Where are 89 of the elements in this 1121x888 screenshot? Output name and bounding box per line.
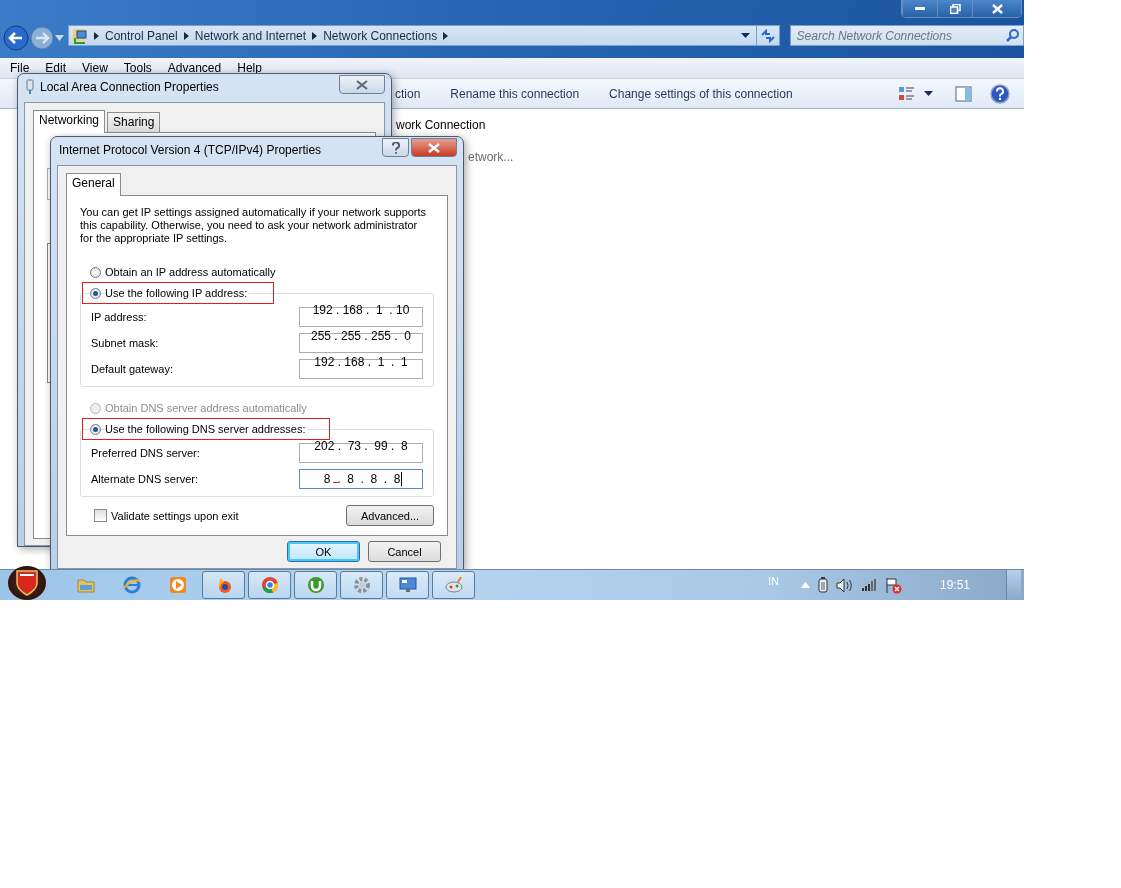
restore-button[interactable] <box>937 0 972 17</box>
chevron-icon <box>183 31 189 40</box>
speaker-icon[interactable] <box>835 577 853 593</box>
menu-item[interactable]: File <box>2 61 38 75</box>
radio-button[interactable] <box>90 423 101 435</box>
connection-name[interactable]: work Connection <box>396 118 486 132</box>
close-button[interactable] <box>339 75 385 94</box>
option-label: Use the following IP address: <box>105 287 250 299</box>
back-button[interactable] <box>3 25 29 51</box>
instructions-text: You can get IP settings assigned automatically if your network supports this capability. Otherwise, you need to ask your network administrator for the appropriate IP settings. <box>80 206 428 245</box>
dialog-button[interactable]: Cancel <box>368 541 441 562</box>
tab[interactable]: Sharing <box>107 112 161 132</box>
globe-icon <box>122 576 141 594</box>
folder-icon <box>76 577 95 593</box>
option-label: Use the following DNS server addresses: <box>105 423 308 435</box>
taskbar-app[interactable] <box>386 571 429 599</box>
help-button[interactable] <box>382 138 409 157</box>
help-icon[interactable] <box>990 83 1010 104</box>
close-icon <box>428 142 440 153</box>
toolbar-command[interactable]: Change settings of this connection <box>609 86 793 101</box>
ip-address-field[interactable]: 192 . 168 . 1 . 10 <box>299 307 423 327</box>
connection-status: etwork... <box>468 150 514 164</box>
taskbar-app[interactable] <box>432 571 475 599</box>
option-label: Obtain an IP address automatically <box>105 266 278 278</box>
menu-item[interactable]: Advanced <box>159 61 230 75</box>
close-button[interactable] <box>972 0 1021 17</box>
taskbar-app[interactable] <box>340 571 383 599</box>
checkbox[interactable] <box>94 509 107 522</box>
field-label: Subnet mask: <box>91 337 159 349</box>
radio-button[interactable] <box>90 266 101 278</box>
tab[interactable]: Networking <box>33 110 106 133</box>
restore-icon <box>949 3 961 14</box>
radio-button[interactable] <box>90 287 101 299</box>
dropdown-icon[interactable] <box>924 91 933 96</box>
close-button[interactable] <box>411 138 457 157</box>
ip-address-field[interactable]: 202 . 73 . 99 . 8 <box>299 443 423 463</box>
advanced-button[interactable]: Advanced... <box>346 505 434 526</box>
search-field[interactable]: Search Network Connections <box>789 25 1024 46</box>
breadcrumb-item[interactable]: Control Panel <box>105 28 178 43</box>
minimize-button[interactable] <box>902 0 937 17</box>
gear-icon <box>352 576 371 594</box>
field-label: Alternate DNS server: <box>91 473 198 485</box>
view-options-icon[interactable] <box>898 85 916 102</box>
taskbar-app[interactable] <box>248 571 291 599</box>
search-icon <box>1006 29 1019 42</box>
refresh-button[interactable] <box>756 25 780 46</box>
taskbar-app[interactable] <box>294 571 337 599</box>
chevron-icon <box>94 31 99 40</box>
menu-item[interactable]: View <box>74 61 116 75</box>
dialog-button[interactable]: OK <box>287 541 360 562</box>
close-icon <box>356 79 368 90</box>
ip-address-field[interactable]: 255 . 255 . 255 . 0 <box>299 333 423 353</box>
field-label: IP address: <box>91 311 147 323</box>
start-button[interactable] <box>8 566 46 600</box>
toolbar-command[interactable]: ction <box>395 86 421 101</box>
breadcrumb-item[interactable]: Network Connections <box>323 28 438 43</box>
torrent-icon <box>306 576 325 594</box>
gamepad-icon <box>444 576 463 594</box>
checkbox-label: Validate settings upon exit <box>111 509 241 522</box>
minimize-icon <box>915 7 925 10</box>
help-icon <box>390 141 401 154</box>
chevron-icon <box>312 31 318 40</box>
chrome-icon <box>260 576 279 594</box>
forward-button[interactable] <box>29 25 55 51</box>
flag-icon[interactable] <box>884 576 902 594</box>
signal-icon[interactable] <box>860 578 877 592</box>
option-label: Obtain DNS server address automatically <box>105 402 309 414</box>
field-label: Preferred DNS server: <box>91 447 200 459</box>
menu-item[interactable]: Tools <box>115 61 160 75</box>
chevron-icon <box>443 31 449 40</box>
taskbar-app[interactable] <box>202 571 245 599</box>
tab[interactable]: General <box>66 173 121 196</box>
field-label: Default gateway: <box>91 363 173 375</box>
plug-icon <box>26 79 34 95</box>
monitor-icon <box>398 576 417 594</box>
play-icon <box>169 577 186 593</box>
dialog-title: Local Area Connection Properties <box>40 80 219 94</box>
ip-address-field[interactable]: 192 . 168 . 1 . 1 <box>299 359 423 379</box>
menu-item[interactable]: Help <box>229 61 270 75</box>
battery-icon[interactable] <box>817 577 828 593</box>
ip-address-field[interactable]: 8 . 8 . 8 . 8 <box>299 469 423 489</box>
close-icon <box>991 3 1003 14</box>
dropdown-icon[interactable] <box>741 33 750 38</box>
address-bar[interactable]: Control Panel Network and Internet Network Connections <box>68 25 757 46</box>
network-folder-icon <box>72 27 88 44</box>
dialog-title: Internet Protocol Version 4 (TCP/IPv4) Properties <box>59 143 322 157</box>
breadcrumb-item[interactable]: Network and Internet <box>194 28 307 43</box>
menu-item[interactable]: Edit <box>37 61 75 75</box>
toolbar-command[interactable]: Rename this connection <box>450 86 580 101</box>
